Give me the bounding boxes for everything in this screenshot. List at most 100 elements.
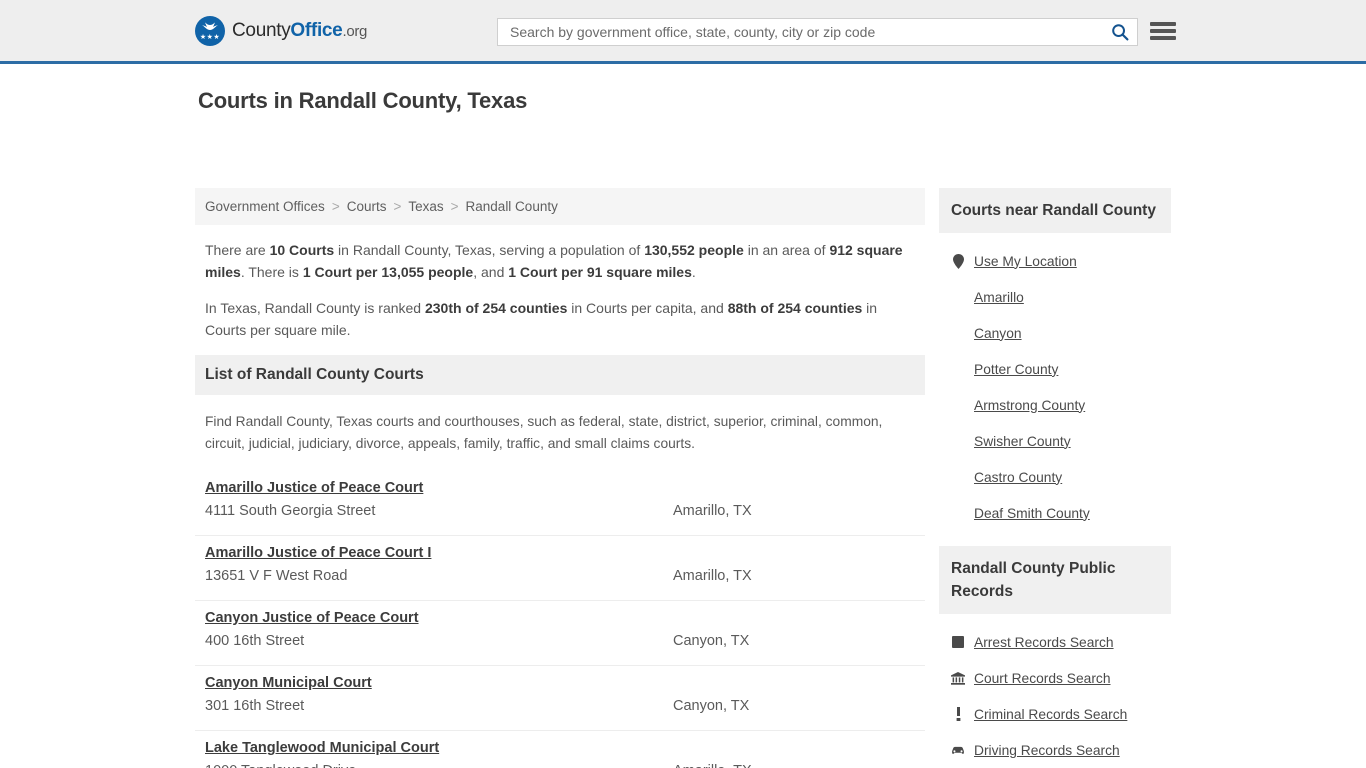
car-icon (951, 745, 965, 755)
sidebar: Courts near Randall County Use My Locati… (939, 188, 1171, 768)
court-city-state: Canyon, TX (673, 633, 750, 649)
nearby-courts-heading: Courts near Randall County (939, 188, 1171, 233)
court-name-link[interactable]: Lake Tanglewood Municipal Court (205, 740, 439, 756)
court-address: 301 16th Street (205, 698, 305, 714)
logo-text-office: Office (290, 20, 343, 41)
hamburger-bar-2 (1150, 29, 1176, 33)
breadcrumb-link-2[interactable]: Courts (347, 199, 387, 214)
intro-emphasis: 1 Court per 13,055 people (302, 264, 474, 280)
hamburger-bar-3 (1150, 36, 1176, 40)
intro-statistics: There are 10 Courts in Randall County, T… (195, 225, 925, 341)
nearby-courts-links: Use My Location Amarillo Canyon Potter Coun… (939, 233, 1171, 535)
nearby-court-row: Canyon (951, 315, 1159, 351)
nearby-court-link[interactable]: Amarillo (974, 290, 1024, 305)
court-list-item: Canyon Justice of Peace Court 400 16th St… (195, 601, 925, 666)
public-record-link[interactable]: Court Records Search (974, 671, 1111, 686)
nearby-court-row: Use My Location (951, 243, 1159, 279)
countyoffice-logo-icon: ★★★ (195, 16, 225, 46)
search-icon (1112, 24, 1129, 41)
public-record-row: Driving Records Search (951, 732, 1159, 768)
court-address: 13651 V F West Road (205, 568, 348, 584)
eagle-icon (202, 22, 218, 30)
intro-text: In Texas, Randall County is ranked (205, 300, 425, 316)
page-title: Courts in Randall County, Texas (198, 88, 528, 113)
stars-icon: ★★★ (199, 34, 221, 41)
breadcrumb-separator: > (331, 199, 340, 214)
breadcrumb-separator: > (393, 199, 402, 214)
public-record-row: Court Records Search (951, 660, 1159, 696)
nearby-court-row: Potter County (951, 351, 1159, 387)
court-detail-line: 1000 Tanglewood DriveAmarillo, TX (205, 763, 915, 768)
court-city-state: Amarillo, TX (673, 503, 752, 519)
intro-text: , and (473, 264, 509, 280)
intro-text: in an area of (743, 242, 830, 258)
logo-text-org: .org (342, 23, 368, 40)
list-section-note: Find Randall County, Texas courts and co… (205, 414, 883, 451)
main-content-column: Government Offices > Courts > Texas > Randall … (195, 188, 925, 768)
intro-text: in Courts per capita, and (567, 300, 728, 316)
search-input[interactable] (508, 19, 1107, 45)
nearby-court-link[interactable]: Deaf Smith County (974, 506, 1090, 521)
breadcrumb: Government Offices > Courts > Texas > Randall … (195, 188, 925, 225)
public-record-link[interactable]: Criminal Records Search (974, 707, 1127, 722)
site-header: ★★★ CountyOffice.org (0, 0, 1366, 64)
public-record-link[interactable]: Arrest Records Search (974, 635, 1114, 650)
court-address: 1000 Tanglewood Drive (205, 763, 673, 768)
hamburger-bar-1 (1150, 22, 1176, 26)
public-records-links: Arrest Records Search Court Records Searc… (939, 614, 1171, 768)
breadcrumb-current: Randall County (465, 199, 558, 214)
breadcrumb-link-1[interactable]: Government Offices (205, 199, 325, 214)
nearby-court-link[interactable]: Armstrong County (974, 398, 1085, 413)
court-list: Amarillo Justice of Peace Court 4111 Sout… (195, 471, 925, 768)
nearby-courts-block: Courts near Randall County Use My Locati… (939, 188, 1171, 535)
courthouse-bank-icon (951, 671, 965, 685)
fingerprint-square-icon (951, 636, 965, 648)
court-city-state: Amarillo, TX (673, 568, 752, 584)
court-city-state: Amarillo, TX (673, 763, 752, 768)
intro-paragraph-1: There are 10 Courts in Randall County, T… (205, 239, 915, 283)
court-list-item: Lake Tanglewood Municipal Court 1000 Tang… (195, 731, 925, 768)
nearby-court-row: Amarillo (951, 279, 1159, 315)
court-list-item: Canyon Municipal Court 301 16th Street Can… (195, 666, 925, 731)
intro-paragraph-2: In Texas, Randall County is ranked 230th… (205, 297, 915, 341)
intro-text: . There is (240, 264, 303, 280)
court-address: 4111 South Georgia Street (205, 503, 376, 519)
public-records-block: Randall County Public Records Arrest Rec… (939, 546, 1171, 768)
intro-emphasis: 1 Court per 91 square miles (508, 264, 692, 280)
nearby-court-link[interactable]: Castro County (974, 470, 1062, 485)
court-address: 400 16th Street (205, 633, 305, 649)
public-record-row: Criminal Records Search (951, 696, 1159, 732)
intro-text: . (691, 264, 696, 280)
nearby-court-link[interactable]: Potter County (974, 362, 1058, 377)
intro-emphasis: 10 Courts (269, 242, 335, 258)
nearby-court-row: Castro County (951, 459, 1159, 495)
site-logo-text: CountyOffice.org (232, 20, 367, 42)
court-name-link[interactable]: Amarillo Justice of Peace Court I (205, 545, 431, 561)
intro-emphasis: 130,552 people (644, 242, 744, 258)
list-section-heading: List of Randall County Courts (195, 355, 925, 395)
court-name-link[interactable]: Canyon Municipal Court (205, 675, 372, 691)
intro-emphasis: 230th of 254 counties (424, 300, 568, 316)
intro-emphasis: 88th of 254 counties (727, 300, 863, 316)
search-button[interactable] (1107, 20, 1133, 44)
nearby-court-link[interactable]: Use My Location (974, 254, 1077, 269)
nearby-court-row: Swisher County (951, 423, 1159, 459)
court-list-item: Amarillo Justice of Peace Court I 13651 V… (195, 536, 925, 601)
exclamation-icon (951, 707, 965, 721)
public-record-link[interactable]: Driving Records Search (974, 743, 1120, 758)
site-logo[interactable]: ★★★ CountyOffice.org (195, 16, 367, 46)
search-box[interactable] (497, 18, 1138, 46)
hamburger-menu-icon[interactable] (1150, 20, 1176, 42)
nearby-court-row: Deaf Smith County (951, 495, 1159, 531)
court-city-state: Canyon, TX (673, 698, 750, 714)
logo-text-county: County (232, 20, 291, 41)
nearby-court-link[interactable]: Swisher County (974, 434, 1071, 449)
nearby-court-link[interactable]: Canyon (974, 326, 1022, 341)
court-name-link[interactable]: Canyon Justice of Peace Court (205, 610, 419, 626)
nearby-court-row: Armstrong County (951, 387, 1159, 423)
map-pin-icon (951, 253, 965, 269)
public-record-row: Arrest Records Search (951, 624, 1159, 660)
breadcrumb-link-3[interactable]: Texas (408, 199, 443, 214)
court-list-item: Amarillo Justice of Peace Court 4111 Sout… (195, 471, 925, 536)
court-name-link[interactable]: Amarillo Justice of Peace Court (205, 480, 423, 496)
